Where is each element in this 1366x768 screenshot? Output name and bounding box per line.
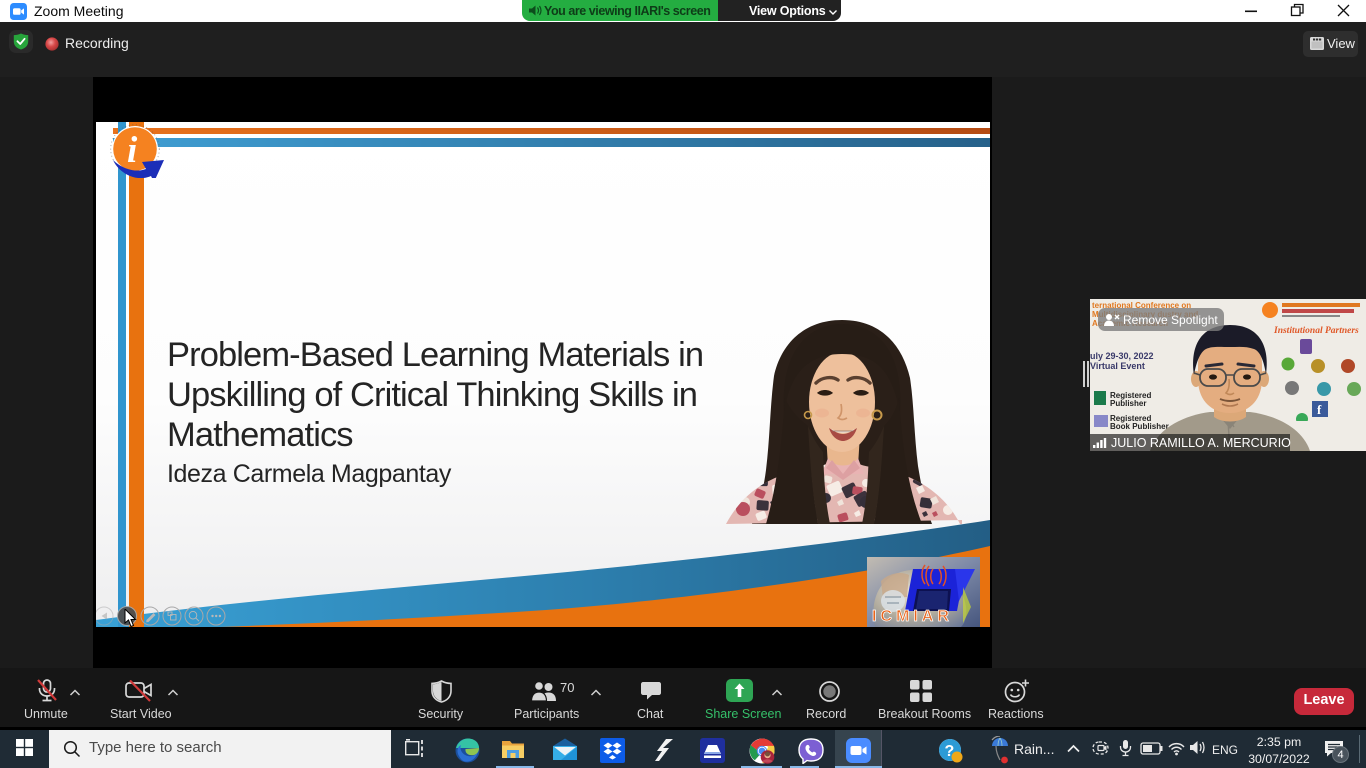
svg-text:ICMIAR: ICMIAR [872,608,953,625]
svg-text:f: f [1317,402,1322,417]
svg-text:Publisher: Publisher [1110,399,1146,408]
svg-text:i: i [127,130,138,171]
